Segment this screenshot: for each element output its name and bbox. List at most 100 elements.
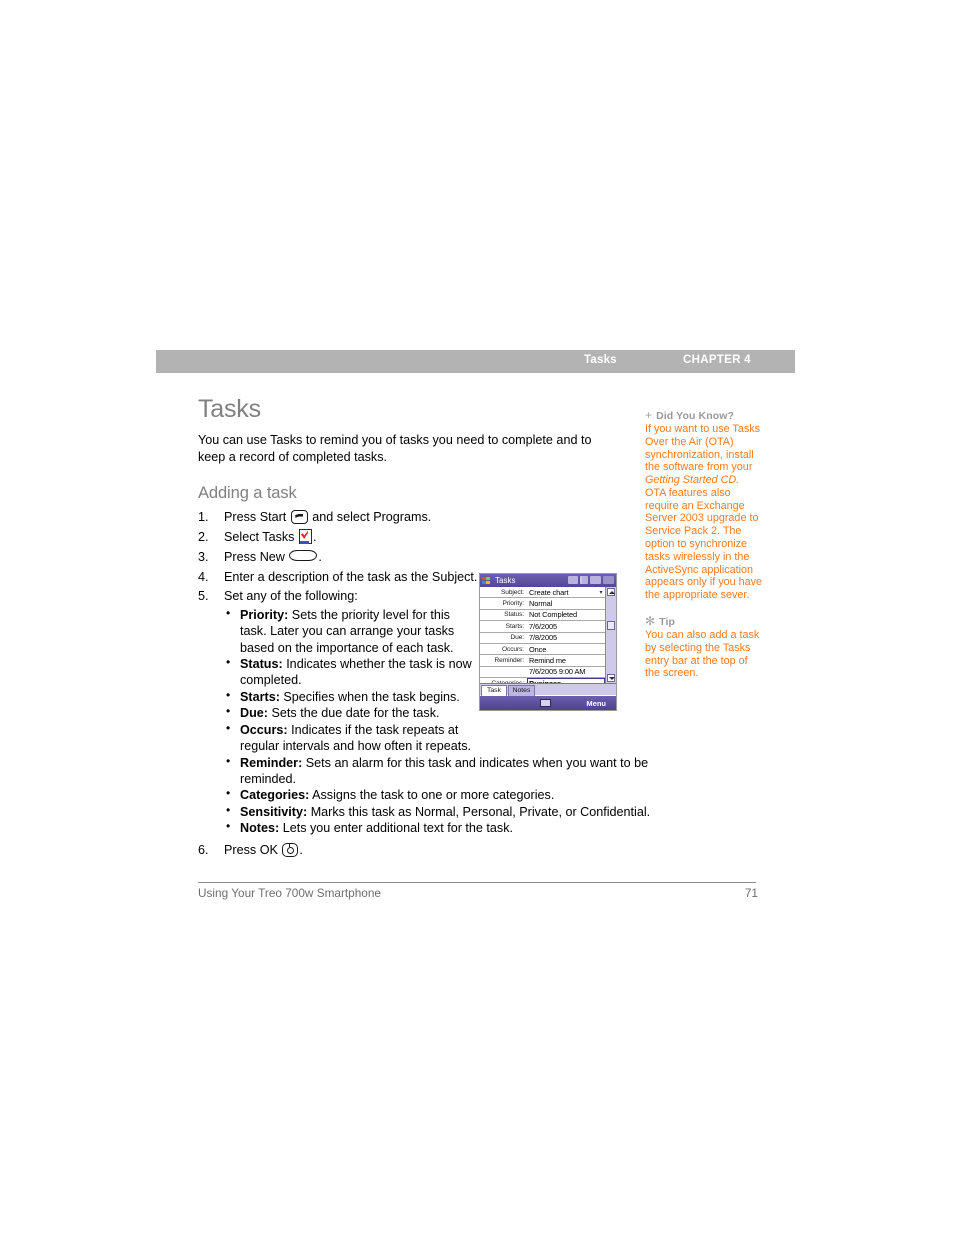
field-value[interactable]: Remind me bbox=[527, 656, 605, 665]
field-value[interactable]: 7/6/2005 9:00 AM bbox=[527, 667, 605, 676]
step-number: 6. bbox=[198, 842, 209, 857]
intro-paragraph: You can use Tasks to remind you of tasks… bbox=[198, 433, 592, 464]
ok-key-icon bbox=[282, 842, 299, 857]
start-key-icon bbox=[290, 509, 308, 524]
list-item: Sensitivity: Marks this task as Normal, … bbox=[224, 803, 652, 820]
asterisk-icon: ✻ bbox=[645, 613, 656, 628]
field-label: Due: bbox=[510, 634, 524, 642]
step-number: 3. bbox=[198, 549, 209, 564]
keyboard-icon[interactable] bbox=[540, 699, 551, 707]
device-field-row-reminder-datetime[interactable]: 7/6/2005 9:00 AM bbox=[480, 667, 605, 679]
header-chapter-label: CHAPTER 4 bbox=[683, 354, 751, 366]
device-field-row[interactable]: Reminder: Remind me bbox=[480, 655, 605, 667]
device-field-row[interactable]: Occurs: Once bbox=[480, 644, 605, 656]
list-item: Priority: Sets the priority level for th… bbox=[224, 606, 472, 656]
field-term: Sensitivity: bbox=[240, 804, 308, 819]
step-item-1: 1. Press Start and select Programs. bbox=[198, 509, 618, 525]
tip-text: You can also add a task by selecting the… bbox=[645, 628, 760, 680]
device-field-row[interactable]: Priority: Normal bbox=[480, 598, 605, 610]
device-field-row[interactable]: Due: 7/8/2005 bbox=[480, 633, 605, 644]
input-status-icon bbox=[568, 576, 578, 584]
field-label: Starts: bbox=[505, 622, 524, 630]
list-item: Status: Indicates whether the task is no… bbox=[224, 655, 472, 689]
step-text-tail: and select Programs. bbox=[312, 509, 432, 524]
ok-icon bbox=[603, 576, 614, 584]
step-number: 5. bbox=[198, 589, 209, 604]
step-text-tail: . bbox=[312, 529, 317, 544]
list-item: Due: Sets the due date for the task. bbox=[224, 704, 472, 721]
plus-icon: + bbox=[645, 408, 653, 422]
field-value[interactable]: 7/8/2005 bbox=[527, 633, 605, 642]
menu-softkey[interactable]: Menu bbox=[586, 699, 606, 708]
tip-heading: ✻ Tip bbox=[645, 615, 763, 628]
field-value[interactable]: Once bbox=[527, 645, 605, 654]
device-status-icons bbox=[568, 576, 614, 584]
field-term: Notes: bbox=[240, 821, 280, 836]
field-label: Reminder: bbox=[494, 657, 524, 665]
field-value[interactable]: Not Completed bbox=[527, 610, 605, 619]
tasks-app-icon bbox=[298, 528, 312, 544]
tip-label: Tip bbox=[659, 615, 676, 628]
step-number: 1. bbox=[198, 509, 209, 524]
field-term: Categories: bbox=[240, 788, 310, 803]
step-item-3: 3. Press New . bbox=[198, 549, 618, 565]
field-term: Priority: bbox=[240, 607, 289, 622]
device-scrollbar[interactable] bbox=[605, 587, 616, 683]
field-term: Status: bbox=[240, 657, 283, 672]
page-number: 71 bbox=[744, 886, 758, 900]
dyk-text-part2: OTA features also require an Exchange Se… bbox=[645, 486, 763, 602]
windows-logo-icon bbox=[482, 576, 491, 586]
device-field-row[interactable]: Status: Not Completed bbox=[480, 610, 605, 622]
scrollbar-thumb[interactable] bbox=[607, 621, 615, 630]
list-item: Reminder: Sets an alarm for this task an… bbox=[224, 754, 652, 788]
field-value[interactable]: Normal bbox=[527, 599, 605, 608]
step-text-tail: . bbox=[318, 549, 322, 564]
step-text: Press New bbox=[224, 549, 285, 564]
list-item: Notes: Lets you enter additional text fo… bbox=[224, 819, 652, 836]
section-subheading: Adding a task bbox=[198, 483, 297, 502]
chevron-down-icon[interactable]: ▾ bbox=[597, 589, 605, 596]
field-description: Marks this task as Normal, Personal, Pri… bbox=[310, 804, 651, 819]
field-description: Sets an alarm for this task and indicate… bbox=[240, 755, 649, 786]
device-title-bar: Tasks bbox=[480, 574, 616, 587]
list-item: Categories: Assigns the task to one or m… bbox=[224, 786, 652, 803]
page-header-bar: Tasks CHAPTER 4 bbox=[156, 350, 795, 373]
field-label: Subject: bbox=[500, 588, 524, 596]
dyk-text-italic: Getting Started CD. bbox=[645, 474, 740, 487]
field-value[interactable]: Create chart bbox=[527, 588, 597, 597]
list-item: Occurs: Indicates if the task repeats at… bbox=[224, 721, 472, 755]
page-title: Tasks bbox=[198, 395, 261, 423]
tab-notes[interactable]: Notes bbox=[508, 684, 535, 696]
step-text-tail: . bbox=[299, 842, 303, 857]
signal-icon bbox=[580, 576, 588, 584]
scroll-down-arrow-icon[interactable] bbox=[607, 674, 615, 682]
field-term: Reminder: bbox=[240, 755, 303, 770]
field-value[interactable]: 7/6/2005 bbox=[527, 622, 605, 631]
field-term: Occurs: bbox=[240, 722, 288, 737]
header-section-label: Tasks bbox=[584, 354, 617, 366]
list-item: Starts: Specifies when the task begins. bbox=[224, 688, 472, 705]
device-field-row[interactable]: Starts: 7/6/2005 bbox=[480, 621, 605, 633]
step-number: 2. bbox=[198, 529, 209, 544]
did-you-know-heading: + Did You Know? bbox=[645, 409, 763, 422]
margin-sidebar: + Did You Know? If you want to use Tasks… bbox=[645, 409, 763, 680]
device-soft-key-bar: Menu bbox=[480, 696, 616, 710]
did-you-know-label: Did You Know? bbox=[656, 410, 735, 422]
step-text: Set any of the following: bbox=[224, 589, 358, 604]
field-term: Due: bbox=[240, 706, 268, 721]
device-field-rows: Subject: Create chart ▾ Priority: Normal… bbox=[480, 587, 605, 690]
tab-task[interactable]: Task bbox=[481, 684, 507, 696]
scroll-up-arrow-icon[interactable] bbox=[607, 588, 615, 596]
field-description: Assigns the task to one or more categori… bbox=[312, 788, 555, 803]
field-label: Status: bbox=[504, 611, 524, 619]
field-term: Starts: bbox=[240, 689, 280, 704]
step-text: Select Tasks bbox=[224, 529, 295, 544]
device-title-text: Tasks bbox=[495, 575, 516, 585]
did-you-know-text: If you want to use Tasks Over the Air (O… bbox=[645, 423, 763, 602]
step-item-2: 2. Select Tasks . bbox=[198, 528, 618, 545]
field-description: Sets the due date for the task. bbox=[271, 706, 440, 721]
device-field-row[interactable]: Subject: Create chart ▾ bbox=[480, 587, 605, 599]
step-text: Press Start bbox=[224, 509, 287, 524]
field-label: Priority: bbox=[502, 600, 525, 608]
dyk-text-part1: If you want to use Tasks Over the Air (O… bbox=[645, 423, 761, 474]
